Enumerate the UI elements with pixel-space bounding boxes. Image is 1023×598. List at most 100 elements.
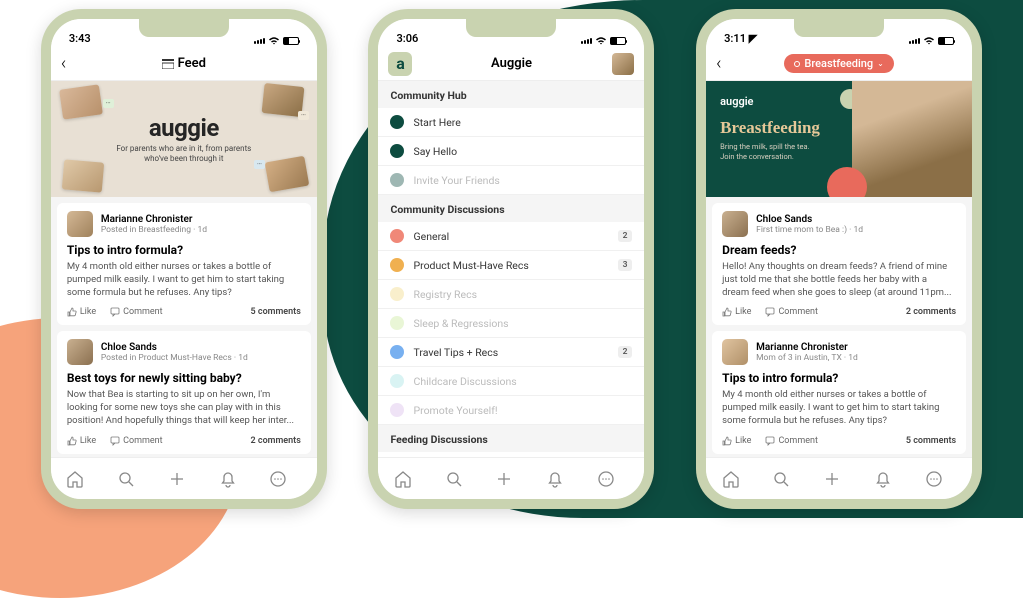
like-label: Like	[80, 436, 96, 446]
nav-title: Breastfeeding	[804, 57, 873, 70]
topic-pill[interactable]: Breastfeeding ⌄	[784, 54, 893, 73]
post-card[interactable]: Marianne Chronister Posted in Breastfeed…	[57, 203, 311, 325]
list-item[interactable]: Sleep & Regressions	[378, 309, 644, 338]
battery-icon	[938, 37, 954, 45]
comment-label: Comment	[778, 307, 817, 317]
phone-notch	[466, 19, 556, 37]
comment-icon	[765, 436, 775, 446]
list-item-label: Say Hello	[413, 145, 632, 158]
post-card[interactable]: Chloe Sands First time mom to Bea :) · 1…	[712, 203, 966, 325]
list-item[interactable]: Travel Tips + Recs2	[378, 338, 644, 367]
comment-count[interactable]: 5 comments	[906, 436, 956, 446]
nav-title: Auggie	[491, 56, 532, 71]
circle-icon	[794, 61, 800, 67]
phone-mockup-feed: 3:43 ‹ Feed	[41, 9, 327, 509]
avatar[interactable]	[722, 339, 748, 365]
phone-mockup-hub: 3:06 a Auggie Community HubStart HereSay…	[368, 9, 654, 509]
tab-add[interactable]	[494, 469, 528, 489]
post-title: Tips to intro formula?	[67, 243, 301, 257]
post-card[interactable]: Marianne Chronister Mom of 3 in Austin, …	[712, 331, 966, 453]
hero-subtitle: Bring the milk, spill the tea. Join the …	[720, 142, 815, 162]
location-icon: ◤	[749, 32, 757, 45]
thumbs-up-icon	[67, 436, 77, 446]
post-title: Dream feeds?	[722, 243, 956, 257]
comment-button[interactable]: Comment	[765, 436, 817, 446]
tab-search[interactable]	[116, 469, 150, 489]
list-item[interactable]: Product Must-Have Recs3	[378, 251, 644, 280]
hero-banner[interactable]: ··· ··· ··· auggie For parents who are i…	[51, 81, 317, 197]
like-button[interactable]: Like	[722, 436, 751, 446]
post-author: Marianne Chronister	[756, 342, 858, 353]
tab-notifications[interactable]	[218, 469, 252, 489]
list-item-label: Start Here	[413, 116, 632, 129]
post-title: Best toys for newly sitting baby?	[67, 371, 301, 385]
topic-hero: auggie Breastfeeding Bring the milk, spi…	[706, 81, 972, 197]
category-dot-icon	[390, 287, 404, 301]
avatar[interactable]	[67, 211, 93, 237]
list-item[interactable]: General2	[378, 222, 644, 251]
phone-mockup-topic: 3:11 ◤ ‹ Breastfeeding ⌄	[696, 9, 982, 509]
unread-badge: 2	[618, 230, 633, 242]
avatar[interactable]	[67, 339, 93, 365]
comment-button[interactable]: Comment	[765, 307, 817, 317]
category-dot-icon	[390, 229, 404, 243]
avatar[interactable]	[722, 211, 748, 237]
list-item[interactable]: Promote Yourself!	[378, 396, 644, 425]
tab-search[interactable]	[444, 469, 478, 489]
tab-messages[interactable]	[924, 469, 958, 489]
post-card[interactable]: Chloe Sands Posted in Product Must-Have …	[57, 331, 311, 453]
back-button[interactable]: ‹	[716, 53, 721, 74]
category-dot-icon	[390, 258, 404, 272]
tab-notifications[interactable]	[873, 469, 907, 489]
post-meta: Posted in Product Must-Have Recs · 1d	[101, 353, 248, 363]
wifi-icon	[923, 36, 935, 45]
hero-photo	[852, 81, 972, 197]
nav-bar: a Auggie	[378, 47, 644, 81]
hero-logo: auggie	[149, 114, 219, 142]
hero-chip: ···	[103, 99, 114, 108]
signal-icon	[254, 38, 265, 44]
post-author: Chloe Sands	[101, 342, 248, 353]
app-logo[interactable]: a	[388, 52, 412, 76]
tab-notifications[interactable]	[545, 469, 579, 489]
hero-chip: ···	[298, 111, 309, 120]
list-item[interactable]: Say Hello	[378, 137, 644, 166]
list-item[interactable]: Childcare Discussions	[378, 367, 644, 396]
comment-icon	[110, 436, 120, 446]
list-item[interactable]: Start Here	[378, 108, 644, 137]
tab-home[interactable]	[721, 469, 755, 489]
post-meta: Posted in Breastfeeding · 1d	[101, 225, 207, 235]
tab-search[interactable]	[771, 469, 805, 489]
tab-home[interactable]	[393, 469, 427, 489]
tab-messages[interactable]	[268, 469, 302, 489]
tab-add[interactable]	[167, 469, 201, 489]
post-body: My 4 month old either nurses or takes a …	[722, 389, 956, 427]
nav-title: Feed	[178, 56, 206, 71]
hero-photo	[59, 84, 103, 119]
tab-home[interactable]	[65, 469, 99, 489]
like-button[interactable]: Like	[722, 307, 751, 317]
like-button[interactable]: Like	[67, 436, 96, 446]
profile-avatar[interactable]	[612, 53, 634, 75]
list-item[interactable]: Registry Recs	[378, 280, 644, 309]
hero-title: Breastfeeding	[720, 118, 820, 138]
tab-add[interactable]	[822, 469, 856, 489]
like-button[interactable]: Like	[67, 307, 96, 317]
post-title: Tips to intro formula?	[722, 371, 956, 385]
tab-messages[interactable]	[596, 469, 630, 489]
comment-button[interactable]: Comment	[110, 436, 162, 446]
back-button[interactable]: ‹	[61, 53, 66, 74]
hero-tagline: For parents who are in it, from parents …	[114, 144, 254, 163]
section-header: Community Discussions	[378, 195, 644, 222]
comment-button[interactable]: Comment	[110, 307, 162, 317]
comment-count[interactable]: 2 comments	[906, 307, 956, 317]
signal-icon	[581, 38, 592, 44]
like-label: Like	[735, 436, 751, 446]
unread-badge: 2	[618, 346, 633, 358]
comment-count[interactable]: 5 comments	[251, 307, 301, 317]
tab-bar	[378, 457, 644, 499]
battery-icon	[283, 37, 299, 45]
comment-count[interactable]: 2 comments	[251, 436, 301, 446]
status-time: 3:06	[396, 32, 418, 45]
list-item[interactable]: Invite Your Friends	[378, 166, 644, 195]
